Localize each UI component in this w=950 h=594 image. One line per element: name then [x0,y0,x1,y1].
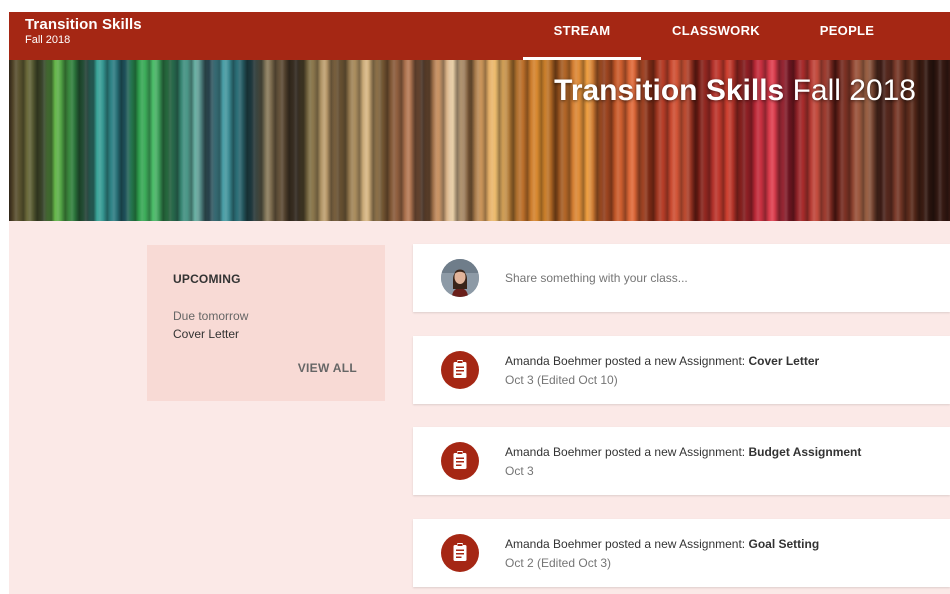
view-all-button[interactable]: VIEW ALL [298,361,357,375]
post-text: Amanda Boehmer posted a new Assignment: … [505,445,861,459]
stream-post[interactable]: Amanda Boehmer posted a new Assignment: … [413,336,950,404]
post-prefix: Amanda Boehmer posted a new Assignment: [505,445,749,459]
stream-post[interactable]: Amanda Boehmer posted a new Assignment: … [413,427,950,495]
post-title[interactable]: Goal Setting [748,537,819,551]
banner-title-bold: Transition Skills [554,74,785,107]
post-date: Oct 3 [505,464,534,478]
classroom-page: Transition Skills Fall 2018 STREAM CLASS… [9,12,950,594]
post-prefix: Amanda Boehmer posted a new Assignment: [505,537,749,551]
class-section: Fall 2018 [25,34,71,46]
banner-title: Transition Skills Fall 2018 [554,74,916,108]
post-prefix: Amanda Boehmer posted a new Assignment: [505,354,749,368]
post-text: Amanda Boehmer posted a new Assignment: … [505,354,819,368]
tab-stream[interactable]: STREAM [523,12,641,60]
class-name[interactable]: Transition Skills [25,16,142,33]
stream-post[interactable]: Amanda Boehmer posted a new Assignment: … [413,519,950,587]
top-app-bar: Transition Skills Fall 2018 STREAM CLASS… [9,12,950,60]
upcoming-due-label: Due tomorrow [173,309,249,323]
post-text: Amanda Boehmer posted a new Assignment: … [505,537,819,551]
assignment-icon [441,534,479,572]
post-title[interactable]: Budget Assignment [748,445,861,459]
assignment-icon [441,351,479,389]
upcoming-heading: UPCOMING [173,272,241,286]
upcoming-card: UPCOMING Due tomorrow Cover Letter VIEW … [147,245,385,401]
tab-classwork[interactable]: CLASSWORK [655,12,777,60]
post-date: Oct 2 (Edited Oct 3) [505,556,612,570]
post-title[interactable]: Cover Letter [748,354,819,368]
class-banner: Transition Skills Fall 2018 [9,60,950,221]
share-with-class-box[interactable]: Share something with your class... [413,244,950,312]
avatar [441,259,479,297]
assignment-icon [441,442,479,480]
tab-people[interactable]: PEOPLE [801,12,893,60]
banner-title-regular: Fall 2018 [792,74,916,107]
share-placeholder: Share something with your class... [505,271,688,285]
upcoming-item-link[interactable]: Cover Letter [173,327,239,341]
post-date: Oct 3 (Edited Oct 10) [505,373,618,387]
